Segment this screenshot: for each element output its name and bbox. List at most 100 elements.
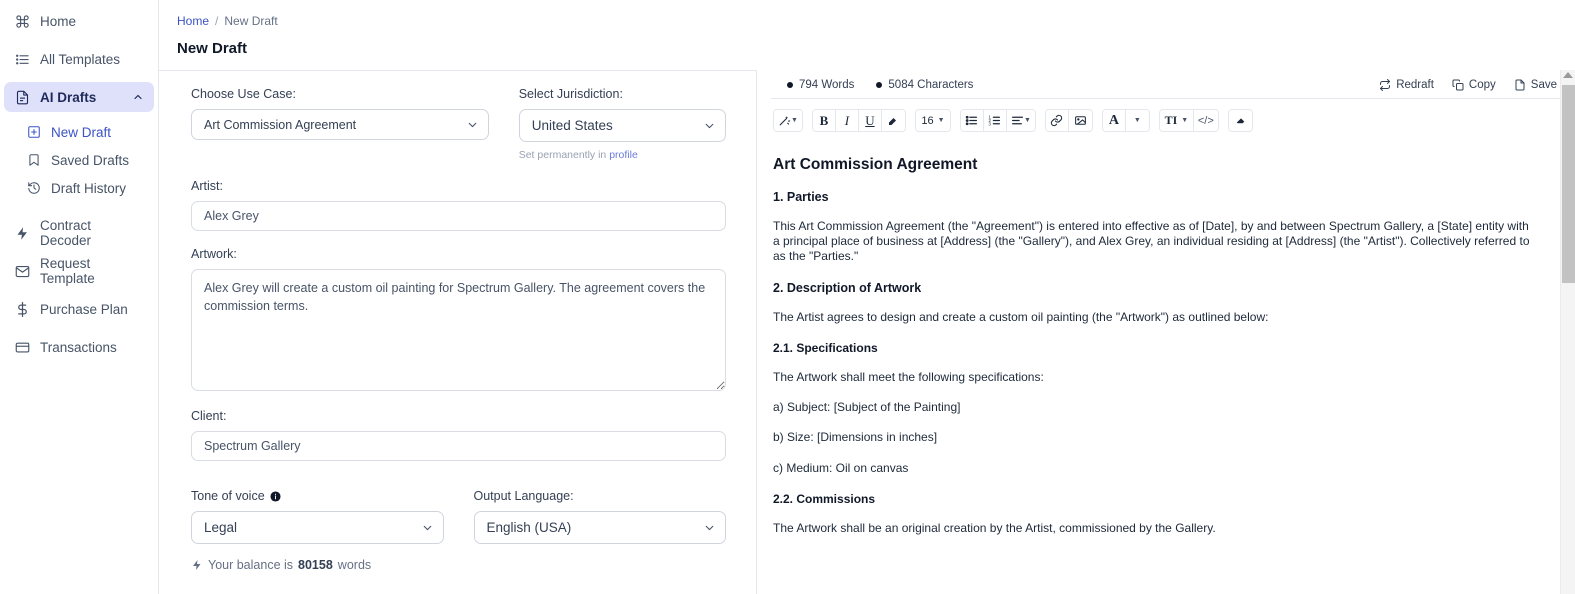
field-use-case: Choose Use Case: Art Commission Agreemen…: [191, 87, 489, 161]
document-icon: [14, 89, 30, 105]
text-format-button[interactable]: TI ▼: [1159, 110, 1194, 131]
text-color-dropdown[interactable]: ▼: [1125, 110, 1149, 131]
sidebar-item-label: Home: [40, 13, 77, 29]
sidebar-item-label: Contract Decoder: [40, 218, 92, 248]
document-heading: 2.1. Specifications: [773, 340, 878, 355]
toolbar-group-font-size: 16 ▼: [914, 109, 951, 132]
main-content: Home / New Draft New Draft Choose Use Ca…: [159, 0, 1575, 594]
character-count: 5084 Characters: [876, 79, 973, 91]
balance-line: Your balance is 80158 words: [191, 558, 726, 572]
output-language-select[interactable]: English (USA): [473, 511, 726, 544]
chevron-down-icon: ▼: [1023, 117, 1031, 124]
refresh-icon: [1379, 79, 1391, 91]
breadcrumb: Home / New Draft: [159, 0, 1575, 28]
jurisdiction-select[interactable]: United States: [518, 109, 726, 142]
sidebar-item-contract-decoder[interactable]: Contract Decoder: [4, 218, 154, 248]
use-case-select[interactable]: Art Commission Agreement: [191, 109, 489, 140]
document-editor[interactable]: Art Commission Agreement 1. Parties This …: [757, 142, 1575, 594]
balance-prefix: Your balance is: [208, 558, 294, 572]
italic-button[interactable]: I: [835, 110, 859, 131]
editor-pane: 794 Words 5084 Characters Redraft Copy S…: [757, 70, 1575, 594]
text-color-label: A: [1108, 112, 1119, 128]
toolbar-group-format: TI ▼ </>: [1158, 109, 1219, 132]
copy-button[interactable]: Copy: [1452, 79, 1496, 91]
redraft-button[interactable]: Redraft: [1379, 79, 1434, 91]
jurisdiction-select-wrap: United States: [518, 109, 726, 142]
editor-toolbar: ▼ B I U 16 ▼ 1 2 3 ▼ A ▼ TI ▼ </>: [757, 99, 1575, 142]
magic-wand-button[interactable]: ▼: [774, 110, 802, 131]
field-artwork: Artwork: Alex Grey will create a custom …: [191, 247, 726, 396]
sidebar-item-draft-history[interactable]: Draft History: [18, 174, 154, 202]
profile-link[interactable]: profile: [609, 149, 638, 161]
output-language-label: Output Language:: [473, 489, 574, 503]
code-label: </>: [1197, 114, 1214, 127]
toolbar-group-color: A ▼: [1101, 109, 1150, 132]
use-case-select-wrap: Art Commission Agreement: [191, 109, 489, 140]
envelope-icon: [14, 263, 30, 279]
card-icon: [14, 339, 30, 355]
sidebar-subitem-label: Saved Drafts: [51, 152, 130, 168]
field-tone: Tone of voice Legal: [191, 489, 444, 544]
italic-label: I: [844, 112, 850, 128]
sidebar-item-home[interactable]: Home: [4, 6, 154, 36]
highlighter-button[interactable]: [881, 110, 905, 131]
toolbar-group-ai: ▼: [773, 109, 803, 132]
panes: Choose Use Case: Art Commission Agreemen…: [159, 70, 1575, 594]
sidebar-item-label: All Templates: [40, 51, 121, 67]
sidebar-item-label: AI Drafts: [40, 89, 97, 105]
scroll-up-arrow-icon[interactable]: [1563, 72, 1573, 78]
text-color-button[interactable]: A: [1102, 110, 1126, 131]
align-button[interactable]: ▼: [1006, 110, 1035, 131]
artwork-label: Artwork:: [191, 247, 237, 261]
field-jurisdiction: Select Jurisdiction: United States Set p…: [518, 87, 726, 161]
sidebar-item-purchase-plan[interactable]: Purchase Plan: [4, 294, 154, 324]
word-count: 794 Words: [787, 79, 854, 91]
link-button[interactable]: [1045, 110, 1069, 131]
document-paragraph: b) Size: [Dimensions in inches]: [773, 430, 938, 445]
balance-amount: 80158: [298, 558, 333, 572]
client-label: Client:: [191, 409, 227, 423]
sidebar-item-request-template[interactable]: Request Template: [4, 256, 154, 286]
image-button[interactable]: [1068, 110, 1092, 131]
bolt-icon: [191, 559, 203, 571]
sidebar-item-saved-drafts[interactable]: Saved Drafts: [18, 146, 154, 174]
output-language-select-wrap: English (USA): [473, 511, 726, 544]
artist-label: Artist:: [191, 179, 223, 193]
save-button[interactable]: Save: [1514, 79, 1557, 91]
editor-topbar: 794 Words 5084 Characters Redraft Copy S…: [771, 70, 1575, 99]
field-output-language: Output Language: English (USA): [473, 489, 726, 544]
scrollbar-thumb[interactable]: [1562, 85, 1575, 283]
artwork-textarea[interactable]: Alex Grey will create a custom oil paint…: [191, 269, 726, 391]
command-icon: [14, 13, 30, 29]
bold-button[interactable]: B: [812, 110, 836, 131]
sidebar-item-transactions[interactable]: Transactions: [4, 332, 154, 362]
copy-icon: [1452, 79, 1464, 91]
document-heading: 2.2. Commissions: [773, 491, 876, 506]
font-size-button[interactable]: 16 ▼: [915, 110, 950, 131]
artist-input[interactable]: [191, 201, 726, 231]
font-size-value: 16: [921, 114, 934, 127]
underline-label: U: [865, 112, 875, 128]
editor-scrollbar[interactable]: [1560, 70, 1575, 594]
document-paragraph: The Artwork shall meet the following spe…: [773, 369, 1044, 384]
bullet-list-button[interactable]: [960, 110, 984, 131]
code-button[interactable]: </>: [1193, 110, 1218, 131]
tone-select[interactable]: Legal: [191, 511, 444, 544]
bolt-icon: [14, 225, 30, 241]
sidebar-item-all-templates[interactable]: All Templates: [4, 44, 154, 74]
chevron-up-icon[interactable]: [132, 91, 144, 103]
document-heading: 2. Description of Artwork: [773, 280, 922, 295]
breadcrumb-home[interactable]: Home: [177, 14, 209, 28]
client-input[interactable]: [191, 431, 726, 461]
editor-actions: Redraft Copy Save: [1379, 70, 1557, 91]
sidebar-item-ai-drafts[interactable]: AI Drafts: [4, 82, 154, 112]
underline-button[interactable]: U: [858, 110, 882, 131]
eraser-button[interactable]: [1228, 110, 1252, 131]
numbered-list-button[interactable]: 123: [983, 110, 1007, 131]
word-count-label: 794 Words: [799, 79, 855, 91]
sidebar-item-new-draft[interactable]: New Draft: [18, 118, 154, 146]
svg-text:3: 3: [989, 121, 992, 126]
page-title: New Draft: [177, 40, 248, 57]
info-icon[interactable]: [270, 490, 281, 502]
tone-label-text: Tone of voice: [191, 489, 265, 503]
